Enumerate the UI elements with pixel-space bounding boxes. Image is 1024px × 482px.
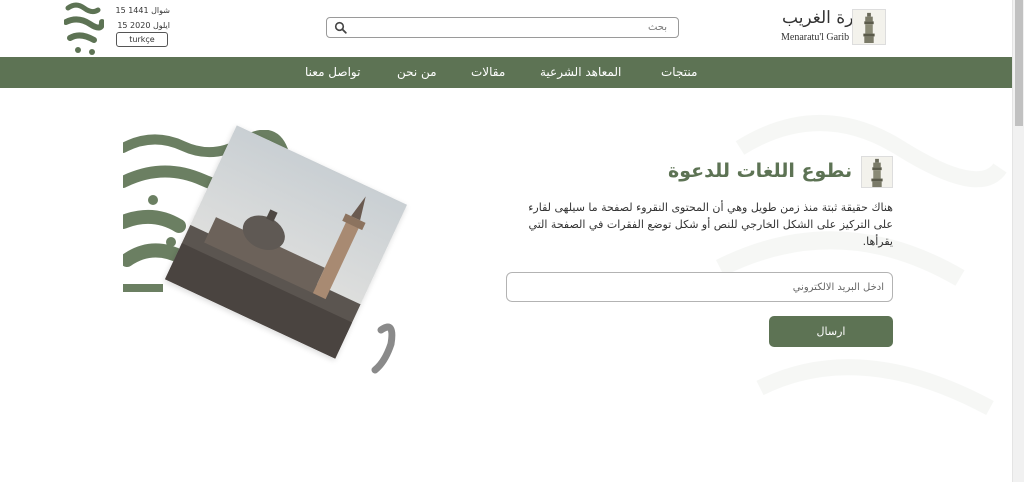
site-logo[interactable]: منارة الغريب Menaratu'l Garib [780,8,888,46]
page-title: نطوع اللغات للدعوة [668,160,853,182]
page-scrollbar[interactable] [1012,0,1024,482]
search-input[interactable] [353,18,673,37]
email-field-wrapper [506,272,893,302]
nav-item-products[interactable]: منتجات [661,57,697,88]
page-description: هناك حقيقة ثبتة منذ زمن طويل وهي أن المح… [528,201,893,248]
nav-item-contact[interactable]: تواصل معنا [305,57,360,88]
nav-item-institutes[interactable]: المعاهد الشرعية [540,57,621,88]
main-navigation: منتجات المعاهد الشرعية مقالات من نحن توا… [0,57,1012,88]
minaret-logo-icon [852,9,886,45]
email-field[interactable] [507,273,892,301]
search-bar[interactable] [326,17,679,38]
nav-item-articles[interactable]: مقالات [471,57,505,88]
site-header: منارة الغريب Menaratu'l Garib 15 شوال 14… [0,0,1012,57]
search-icon[interactable] [334,21,347,34]
calligraphy-decoration-icon [64,0,104,57]
hijri-date: 15 شوال 1441 [115,6,170,15]
minaret-title-icon [861,156,893,188]
scrollbar-thumb[interactable] [1015,0,1023,126]
language-switch-button[interactable]: turkçe [116,32,168,47]
logo-name-latin: Menaratu'l Garib [781,32,850,43]
date-block: 15 شوال 1441 15 ايلول 2020 [100,3,170,33]
gregorian-date: 15 ايلول 2020 [117,21,170,30]
nav-item-about[interactable]: من نحن [397,57,437,88]
send-button[interactable]: ارسال [769,316,893,347]
